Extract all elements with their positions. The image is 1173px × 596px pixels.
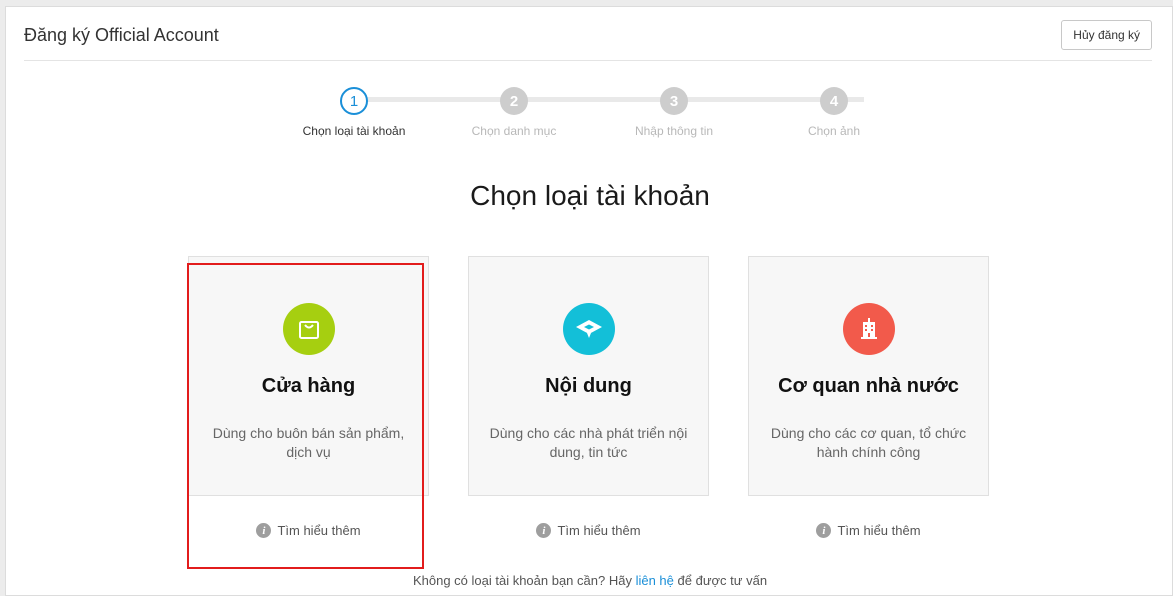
- card-description: Dùng cho các nhà phát triển nội dung, ti…: [489, 425, 688, 460]
- step-1-label: Chọn loại tài khoản: [302, 124, 406, 138]
- selection-highlight-box: [187, 263, 424, 569]
- cancel-registration-button[interactable]: Hủy đăng ký: [1061, 20, 1152, 50]
- step-2: 2 Chọn danh mục: [449, 87, 579, 138]
- account-type-card-content[interactable]: Nội dung Dùng cho các nhà phát triển nội…: [468, 256, 709, 496]
- step-3-label: Nhập thông tin: [634, 124, 714, 138]
- main-heading: Chọn loại tài khoản: [470, 180, 710, 211]
- progress-stepper: 1 Chọn loại tài khoản 2 Chọn danh mục 3 …: [289, 87, 929, 147]
- learn-more-label: Tìm hiểu thêm: [557, 523, 641, 538]
- header-divider: [24, 60, 1152, 61]
- card-title: Nội dung: [545, 375, 632, 397]
- info-icon: i: [536, 523, 552, 538]
- step-2-label: Chọn danh mục: [471, 124, 557, 138]
- step-4-circle: 4: [820, 87, 848, 115]
- step-4: 4 Chọn ảnh: [769, 87, 899, 138]
- card-title: Cơ quan nhà nước: [778, 375, 959, 397]
- footer-suffix: để được tư vấn: [677, 573, 768, 588]
- footer-note: Không có loại tài khoản bạn cần? Hãy liê…: [6, 573, 1173, 588]
- footer-prefix: Không có loại tài khoản bạn cần? Hãy: [412, 573, 632, 588]
- step-1: 1 Chọn loại tài khoản: [289, 87, 419, 138]
- card-description: Dùng cho các cơ quan, tổ chức hành chính…: [770, 425, 967, 460]
- step-4-label: Chọn ảnh: [807, 124, 861, 138]
- info-icon: i: [816, 523, 832, 538]
- step-3: 3 Nhập thông tin: [609, 87, 739, 138]
- government-building-icon: [842, 303, 895, 355]
- step-1-circle: 1: [340, 87, 368, 115]
- page-title: Đăng ký Official Account: [24, 25, 219, 45]
- registration-panel: Đăng ký Official Account Hủy đăng ký 1 C…: [5, 6, 1173, 596]
- step-2-circle: 2: [500, 87, 528, 115]
- learn-more-label: Tìm hiểu thêm: [837, 523, 921, 538]
- learn-more-link-content[interactable]: i Tìm hiểu thêm: [468, 523, 709, 538]
- contact-link[interactable]: liên hệ: [636, 573, 674, 588]
- step-3-circle: 3: [660, 87, 688, 115]
- account-type-card-government[interactable]: Cơ quan nhà nước Dùng cho các cơ quan, t…: [748, 256, 989, 496]
- content-chat-icon: [562, 303, 615, 355]
- learn-more-link-government[interactable]: i Tìm hiểu thêm: [748, 523, 989, 538]
